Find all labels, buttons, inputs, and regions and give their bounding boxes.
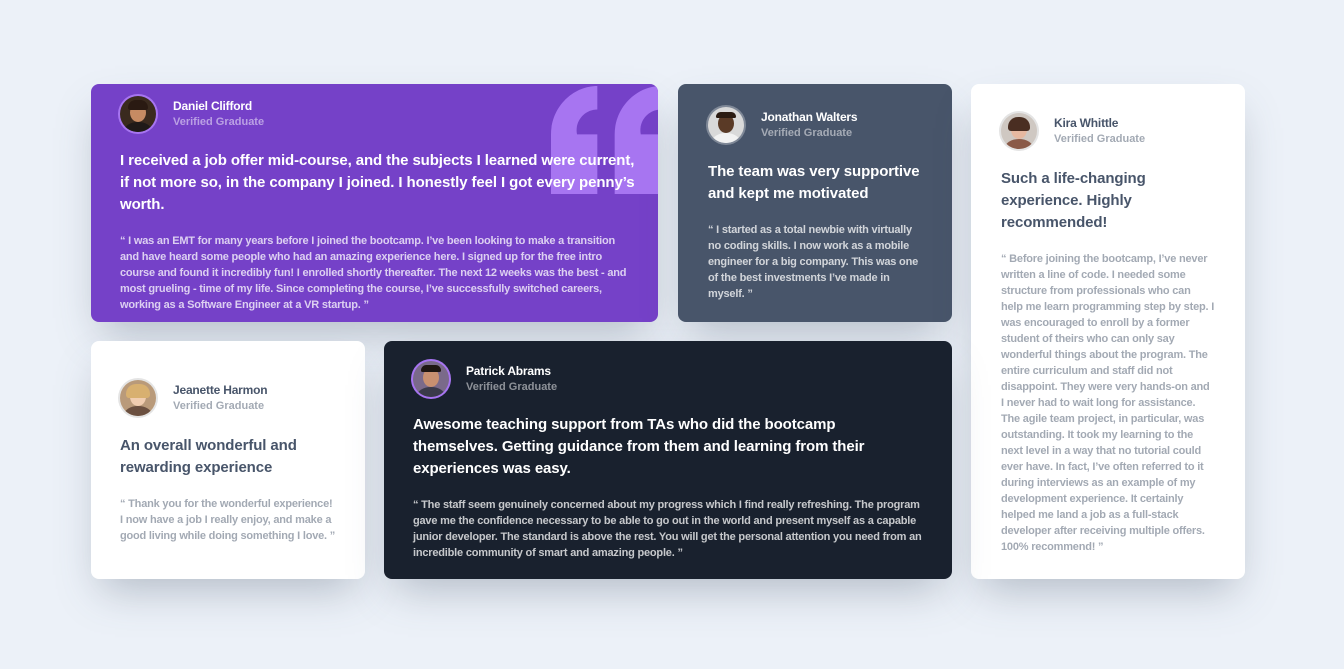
author-info: Patrick Abrams Verified Graduate bbox=[413, 361, 923, 397]
author-role: Verified Graduate bbox=[1054, 133, 1146, 145]
author-info: Daniel Clifford Verified Graduate bbox=[120, 96, 629, 132]
author-role: Verified Graduate bbox=[173, 116, 265, 128]
testimonial-headline: Awesome teaching support from TAs who di… bbox=[413, 416, 865, 477]
author-name: Jonathan Walters bbox=[761, 110, 858, 124]
testimonial-quote: “ The staff seem genuinely concerned abo… bbox=[413, 499, 922, 559]
author-name: Patrick Abrams bbox=[466, 364, 551, 378]
author-role: Verified Graduate bbox=[466, 381, 558, 393]
testimonial-card-patrick-abrams: Patrick Abrams Verified Graduate Awesome… bbox=[384, 341, 952, 579]
testimonial-card-jonathan-walters: Jonathan Walters Verified Graduate The t… bbox=[678, 84, 952, 322]
testimonial-card-kira-whittle: Kira Whittle Verified Graduate Such a li… bbox=[971, 84, 1245, 579]
author-name: Kira Whittle bbox=[1054, 116, 1119, 130]
avatar bbox=[413, 361, 449, 397]
testimonial-quote: “ I was an EMT for many years before I j… bbox=[120, 235, 627, 311]
avatar bbox=[120, 380, 156, 416]
author-name: Daniel Clifford bbox=[173, 99, 253, 113]
testimonial-card-jeanette-harmon: Jeanette Harmon Verified Graduate An ove… bbox=[91, 341, 365, 579]
testimonial-card-daniel-clifford: Daniel Clifford Verified Graduate I rece… bbox=[91, 84, 658, 322]
author-info: Jonathan Walters Verified Graduate bbox=[708, 107, 922, 143]
author-role: Verified Graduate bbox=[761, 127, 853, 139]
author-name: Jeanette Harmon bbox=[173, 383, 268, 397]
testimonial-quote: “ Before joining the bootcamp, I’ve neve… bbox=[1001, 253, 1215, 553]
avatar bbox=[120, 96, 156, 132]
testimonial-quote: “ Thank you for the wonderful experience… bbox=[120, 498, 336, 542]
avatar bbox=[708, 107, 744, 143]
testimonial-headline: I received a job offer mid-course, and t… bbox=[120, 152, 635, 213]
testimonial-headline: An overall wonderful and rewarding exper… bbox=[120, 437, 297, 476]
testimonial-headline: Such a life-changing experience. Highly … bbox=[1001, 170, 1146, 231]
author-info: Kira Whittle Verified Graduate bbox=[1001, 113, 1215, 149]
testimonial-quote: “ I started as a total newbie with virtu… bbox=[708, 224, 919, 300]
avatar bbox=[1001, 113, 1037, 149]
testimonial-headline: The team was very supportive and kept me… bbox=[708, 163, 920, 202]
author-role: Verified Graduate bbox=[173, 400, 265, 412]
author-info: Jeanette Harmon Verified Graduate bbox=[120, 380, 336, 416]
